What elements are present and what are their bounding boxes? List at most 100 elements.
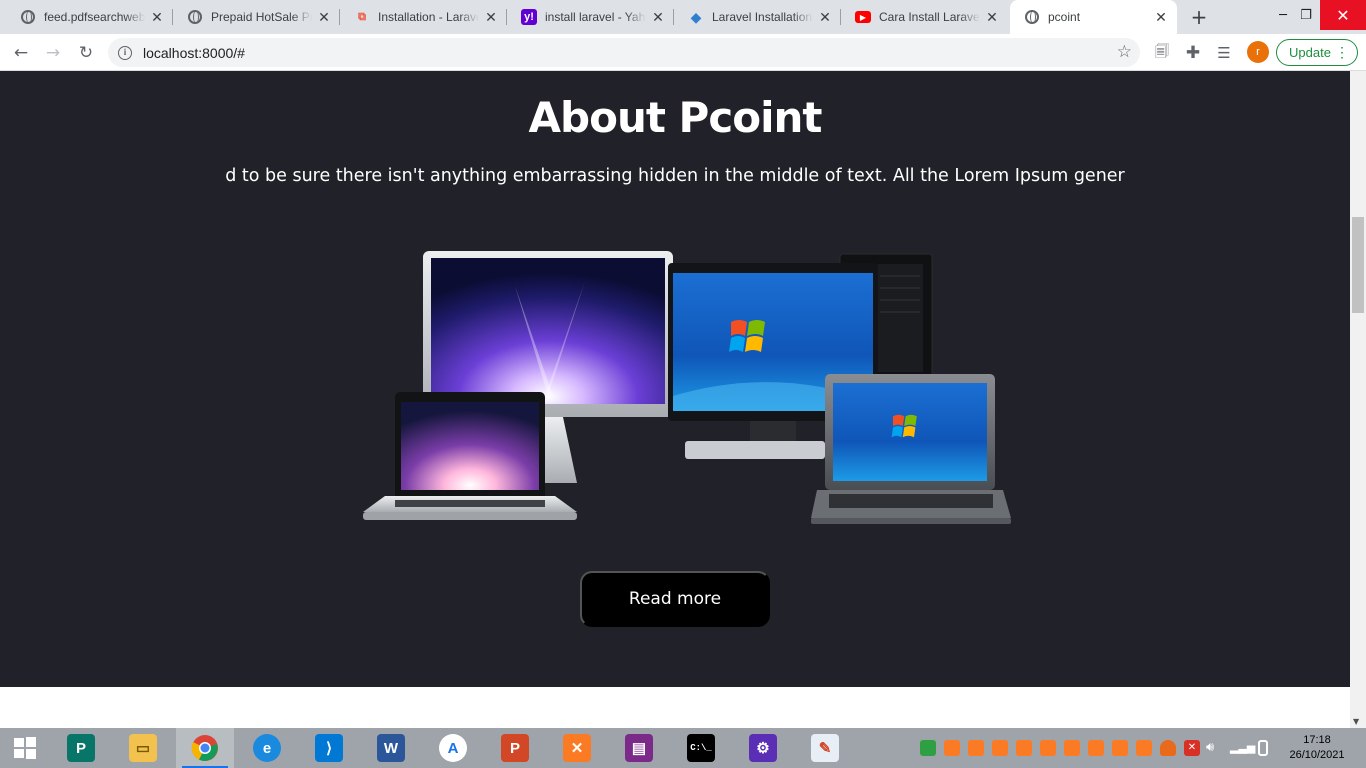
windows-taskbar: P ▭ e ⟩ W A P ✕ ▤ C:\_ ⚙ ✎ ✕ 🔊︎ ▂▃▅ 17:1… <box>0 728 1366 768</box>
bookmark-star-icon[interactable]: ☆ <box>1117 42 1132 62</box>
translate-icon[interactable]: 🗐 <box>1149 40 1175 66</box>
app-store-app[interactable]: A <box>424 728 482 768</box>
tab-title: Cara Install Laravel <box>879 10 980 24</box>
settings-app[interactable]: ⚙ <box>734 728 792 768</box>
command-prompt-app[interactable]: C:\_ <box>672 728 730 768</box>
app-store-icon: A <box>439 734 467 762</box>
close-tab-icon[interactable]: ✕ <box>1153 9 1169 25</box>
tab-install-laravel-yahoo[interactable]: y! install laravel - Yaho ✕ <box>507 0 674 34</box>
tray-xampp-icon[interactable] <box>1088 740 1104 756</box>
tray-play-icon[interactable] <box>920 740 936 756</box>
edge-icon: e <box>253 734 281 762</box>
signal-icon[interactable]: ▂▃▅ <box>1230 740 1255 756</box>
chrome-app[interactable] <box>176 728 234 768</box>
read-more-button[interactable]: Read more <box>580 571 770 627</box>
yahoo-icon: y! <box>521 9 537 25</box>
browser-tabstrip: feed.pdfsearchweb ✕ Prepaid HotSale Pro … <box>0 0 1366 34</box>
page-viewport: About Pcoint d to be sure there isn't an… <box>0 71 1350 728</box>
scroll-down-icon[interactable]: ▼ <box>1353 717 1359 726</box>
globe-icon <box>20 9 36 25</box>
reading-list-icon[interactable]: ☰ <box>1211 40 1237 66</box>
profile-avatar[interactable]: r <box>1247 41 1269 63</box>
close-tab-icon[interactable]: ✕ <box>984 9 1000 25</box>
about-text: d to be sure there isn't anything embarr… <box>225 166 1125 186</box>
tab-installation-laravel[interactable]: ⧉ Installation - Larave ✕ <box>340 0 507 34</box>
powerpoint-icon: P <box>501 734 529 762</box>
volume-icon[interactable]: 🔊︎ <box>1206 740 1222 756</box>
taskbar-clock[interactable]: 17:18 26/10/2021 <box>1282 733 1352 763</box>
tab-prepaid-hotsale[interactable]: Prepaid HotSale Pro ✕ <box>173 0 340 34</box>
close-tab-icon[interactable]: ✕ <box>316 9 332 25</box>
clock-date: 26/10/2021 <box>1289 749 1345 761</box>
tab-feed-pdfsearchweb[interactable]: feed.pdfsearchweb ✕ <box>6 0 173 34</box>
about-title: About Pcoint <box>528 93 823 142</box>
url-text: localhost:8000/# <box>143 44 245 61</box>
paint-app[interactable]: ✎ <box>796 728 854 768</box>
close-window-button[interactable]: ✕ <box>1320 0 1366 30</box>
tray-xampp-icon[interactable] <box>992 740 1008 756</box>
edge-app[interactable]: e <box>238 728 296 768</box>
laravel-icon: ⧉ <box>358 10 366 23</box>
tab-title: Installation - Larave <box>378 10 479 24</box>
diamond-icon: ◆ <box>690 8 702 25</box>
paint-icon: ✎ <box>811 734 839 762</box>
tray-xampp-icon[interactable] <box>1064 740 1080 756</box>
page-scrollbar[interactable]: ▼ <box>1350 71 1366 728</box>
forward-button[interactable]: → <box>40 40 66 66</box>
tray-warning-icon[interactable] <box>1160 740 1176 756</box>
site-info-icon[interactable]: i <box>118 45 132 60</box>
xampp-app[interactable]: ✕ <box>548 728 606 768</box>
reload-button[interactable]: ↻ <box>73 40 99 66</box>
vscode-app[interactable]: ⟩ <box>300 728 358 768</box>
word-icon: W <box>377 734 405 762</box>
clock-time: 17:18 <box>1303 734 1331 746</box>
network-error-icon[interactable]: ✕ <box>1184 740 1200 756</box>
address-bar[interactable]: i localhost:8000/# ☆ <box>108 38 1140 67</box>
powerpoint-app[interactable]: P <box>486 728 544 768</box>
new-tab-button[interactable]: + <box>1187 6 1211 28</box>
battery-icon[interactable] <box>1258 740 1268 756</box>
tray-xampp-icon[interactable] <box>1112 740 1128 756</box>
tray-xampp-icon[interactable] <box>968 740 984 756</box>
folder-icon: ▭ <box>129 734 157 762</box>
extensions-icon[interactable]: ✚ <box>1180 40 1206 66</box>
publisher-icon: P <box>67 734 95 762</box>
close-tab-icon[interactable]: ✕ <box>817 9 833 25</box>
back-button[interactable]: ← <box>8 40 34 66</box>
file-explorer-app[interactable]: ▭ <box>114 728 172 768</box>
globe-icon <box>1024 9 1040 25</box>
update-label: Update <box>1289 45 1331 60</box>
menu-dots-icon: ⋮ <box>1335 44 1349 60</box>
tab-pcoint[interactable]: pcoint ✕ <box>1010 0 1177 34</box>
tray-xampp-icon[interactable] <box>1016 740 1032 756</box>
winrar-app[interactable]: ▤ <box>610 728 668 768</box>
globe-icon <box>187 9 203 25</box>
devices-image <box>363 251 1011 524</box>
settings-gear-icon: ⚙ <box>749 734 777 762</box>
tab-title: Laravel Installation <box>712 10 813 24</box>
tab-title: feed.pdfsearchweb <box>44 10 145 24</box>
about-section: About Pcoint d to be sure there isn't an… <box>0 71 1350 687</box>
tab-cara-install-laravel[interactable]: ▶ Cara Install Laravel ✕ <box>841 0 1008 34</box>
tab-title: Prepaid HotSale Pro <box>211 10 312 24</box>
tab-laravel-installation[interactable]: ◆ Laravel Installation ✕ <box>674 0 841 34</box>
word-app[interactable]: W <box>362 728 420 768</box>
command-prompt-icon: C:\_ <box>687 734 715 762</box>
tray-xampp-icon[interactable] <box>944 740 960 756</box>
scrollbar-thumb[interactable] <box>1352 217 1364 313</box>
close-tab-icon[interactable]: ✕ <box>483 9 499 25</box>
windows-start-button[interactable] <box>0 728 50 768</box>
publisher-app[interactable]: P <box>52 728 110 768</box>
tab-title: pcoint <box>1048 10 1081 24</box>
chrome-icon <box>191 735 218 761</box>
vscode-icon: ⟩ <box>315 734 343 762</box>
close-tab-icon[interactable]: ✕ <box>149 9 165 25</box>
tray-xampp-icon[interactable] <box>1136 740 1152 756</box>
windows-logo-icon <box>14 737 36 759</box>
tab-title: install laravel - Yaho <box>545 10 646 24</box>
youtube-icon: ▶ <box>855 11 871 23</box>
browser-toolbar: ← → ↻ i localhost:8000/# ☆ 🗐 ✚ ☰ r Updat… <box>0 34 1366 71</box>
close-tab-icon[interactable]: ✕ <box>650 9 666 25</box>
update-button[interactable]: Update ⋮ <box>1276 39 1358 66</box>
tray-xampp-icon[interactable] <box>1040 740 1056 756</box>
